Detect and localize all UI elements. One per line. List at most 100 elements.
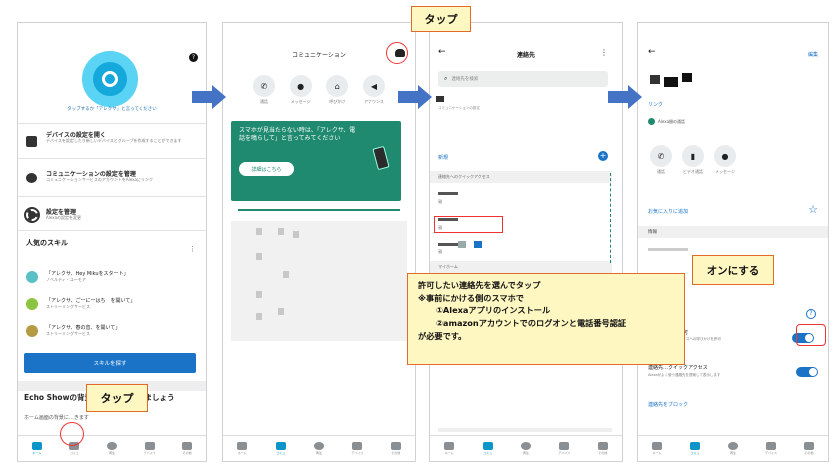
action-label: メッセージ <box>715 169 735 174</box>
devices-icon <box>144 442 155 450</box>
contact-item-selected[interactable]: 親 <box>438 241 498 257</box>
instruction-line: ※事前にかける側のスマホで <box>418 292 524 303</box>
action-label: アナウンス <box>364 99 384 104</box>
devices-icon <box>766 442 776 450</box>
action-label: 通話 <box>657 169 665 174</box>
dropin-icon: ⌂ <box>326 75 349 97</box>
nav-play[interactable]: 再生 <box>511 442 541 455</box>
search-input[interactable]: 連絡先を検索 <box>451 76 478 82</box>
skill-item[interactable]: 「アレクサ、春の音、を開いて」 ストリーミングサービス <box>26 317 198 344</box>
comm-settings-item[interactable]: コミュニケーションの設定を管理 コミュニケーションサービスのアカウントをAlex… <box>18 161 206 197</box>
nav-more[interactable]: その他 <box>172 442 202 455</box>
quick-access-sub: Alexaがよく使う連絡先を提案して表示します <box>648 373 721 377</box>
home-icon <box>31 442 42 450</box>
arrow-right-icon <box>398 85 432 109</box>
devices-icon <box>352 442 363 450</box>
announce-action[interactable]: ◀ アナウンス <box>362 75 385 105</box>
nav-devices[interactable]: デバイス <box>342 442 372 455</box>
phone-icon: ✆ <box>650 145 672 167</box>
add-contact-button[interactable]: + <box>598 151 608 161</box>
nav-home[interactable]: ホーム <box>434 442 464 455</box>
call-action[interactable]: ✆ 通話 <box>650 145 672 175</box>
settings-note: コミュニケーションの設定 <box>438 106 480 110</box>
message-icon: ● <box>289 75 312 97</box>
nav-devices[interactable]: デバイス <box>135 442 165 455</box>
skills-header: 人気のスキル <box>26 239 68 247</box>
menu-icon <box>597 442 608 450</box>
nav-communication[interactable]: コミュ <box>680 442 710 455</box>
link-label: リンク <box>648 102 664 108</box>
alexa-logo-icon <box>93 62 127 96</box>
play-icon <box>106 442 117 450</box>
megaphone-icon: ◀ <box>362 75 385 97</box>
banner-learn-more-button[interactable]: 詳細はこちら <box>239 162 294 176</box>
nav-communication[interactable]: コミュ <box>266 442 296 455</box>
more-icon[interactable]: ⋮ <box>189 245 196 253</box>
block-contact-link[interactable]: 連絡先をブロック <box>648 401 688 408</box>
nav-devices[interactable]: デバイス <box>549 442 579 455</box>
star-icon[interactable]: ☆ <box>808 203 818 216</box>
quick-access-title: 連絡先…クイックアクセス <box>648 365 708 371</box>
communication-screen: コミュニケーション ✆ 通話 ● メッセージ ⌂ 呼びかけ ◀ アナウンス スマホが見当… <box>222 22 416 462</box>
alexa-button[interactable] <box>82 51 138 107</box>
skill-item[interactable]: 「アレクサ、Hey Mikuをスタート」 ノベルティ・ユーモア <box>26 263 198 290</box>
nav-home[interactable]: ホーム <box>22 442 52 455</box>
chat-icon <box>275 442 286 450</box>
instructions-callout: 許可したい連絡先を選んでタップ ※事前にかける側のスマホで ①Alexaアプリの… <box>407 273 685 365</box>
home-icon <box>444 442 455 450</box>
nav-more[interactable]: その他 <box>794 442 824 455</box>
nav-more[interactable]: その他 <box>588 442 618 455</box>
find-skills-button[interactable]: スキルを探す <box>24 353 196 373</box>
play-icon <box>728 442 738 450</box>
action-row: ✆ 通話 ● メッセージ ⌂ 呼びかけ ◀ アナウンス <box>253 75 385 105</box>
nav-devices[interactable]: デバイス <box>756 442 786 455</box>
message-action[interactable]: ● メッセージ <box>714 145 736 175</box>
add-favorite-link[interactable]: お気に入りに追加 <box>648 208 688 215</box>
help-icon[interactable]: ? <box>189 53 198 62</box>
alexa-prompt: タップするか「アレクサ」と言ってください <box>67 107 157 112</box>
contact-item[interactable]: 親 <box>438 189 498 209</box>
nav-play[interactable]: 再生 <box>97 442 127 455</box>
nav-communication[interactable]: コミュ <box>473 442 503 455</box>
contact-sub: 親 <box>438 199 442 204</box>
banner-text: スマホが見当たらない時は、「アレクサ、電話を鳴らして」と言ってみてください <box>239 127 356 143</box>
message-action[interactable]: ● メッセージ <box>289 75 312 105</box>
home-icon <box>237 442 248 450</box>
arrow-right-icon <box>192 85 226 109</box>
find-phone-banner: スマホが見当たらない時は、「アレクサ、電話を鳴らして」と言ってみてください 詳細… <box>231 121 401 201</box>
video-call-action[interactable]: ▮ ビデオ通話 <box>682 145 704 175</box>
contact-search[interactable]: ⌕ 連絡先を検索 <box>438 71 608 87</box>
play-icon <box>520 442 531 450</box>
instruction-line: 許可したい連絡先を選んでタップ <box>418 280 541 290</box>
tutorial-canvas: ? タップするか「アレクサ」と言ってください デバイスの設定を開く デバイスを設… <box>0 0 840 467</box>
settings-item[interactable]: 設定を管理 Alexaの設定を変更 <box>18 199 206 231</box>
item-desc: デバイスを設定したり新しいデバイスとグループを作成することができます <box>46 138 182 143</box>
highlight-selected-contact <box>434 216 503 233</box>
nav-play[interactable]: 再生 <box>718 442 748 455</box>
my-home-header: マイホーム <box>430 261 612 273</box>
skill-title: 「アレクサ、春の音、を開いて」 <box>46 325 121 331</box>
new-contact-label: 新規 <box>438 155 449 161</box>
dropin-action[interactable]: ⌂ 呼びかけ <box>326 75 349 105</box>
action-label: 呼びかけ <box>329 99 346 104</box>
device-settings-item[interactable]: デバイスの設定を開く デバイスを設定したり新しいデバイスとグループを作成すること… <box>18 123 206 159</box>
nav-more[interactable]: その他 <box>381 442 411 455</box>
menu-icon <box>804 442 814 450</box>
nav-play[interactable]: 再生 <box>304 442 334 455</box>
nav-home[interactable]: ホーム <box>227 442 257 455</box>
back-arrow-icon[interactable]: ← <box>648 47 656 57</box>
chat-icon <box>690 442 700 450</box>
quick-access-toggle[interactable] <box>796 367 818 377</box>
menu-icon <box>390 442 401 450</box>
nav-home[interactable]: ホーム <box>642 442 672 455</box>
skill-item[interactable]: 「アレクサ、ごーにーはち を開いて」 ストリーミングサービス <box>26 290 198 317</box>
section-help-icon[interactable]: ? <box>806 309 816 319</box>
skill-list: 「アレクサ、Hey Mikuをスタート」 ノベルティ・ユーモア 「アレクサ、ごーに… <box>26 263 198 344</box>
message-icon: ● <box>714 145 736 167</box>
edit-link[interactable]: 編集 <box>808 51 818 58</box>
menu-icon <box>182 442 193 450</box>
more-icon[interactable]: ⋮ <box>600 48 608 57</box>
call-action[interactable]: ✆ 通話 <box>253 75 275 105</box>
play-icon <box>313 442 324 450</box>
devices-icon <box>559 442 570 450</box>
